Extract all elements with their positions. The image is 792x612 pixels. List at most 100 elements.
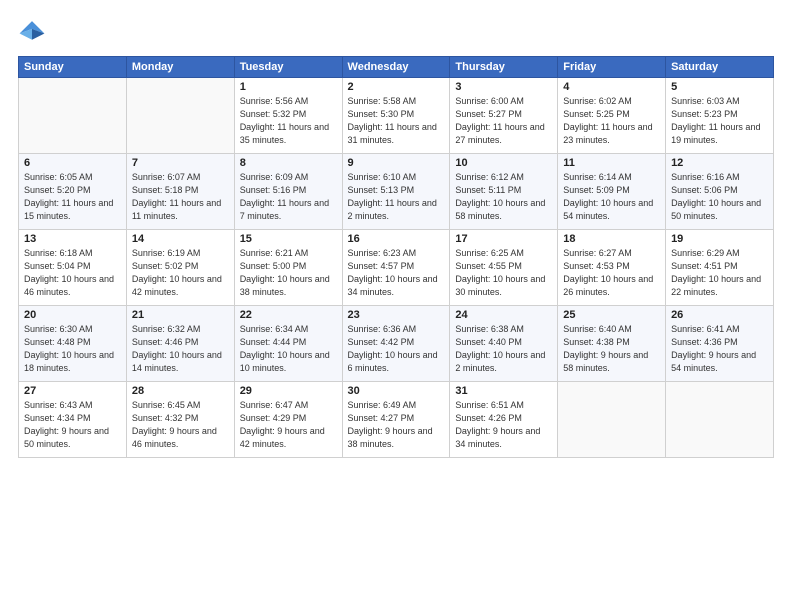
calendar-cell xyxy=(666,382,774,458)
day-number: 13 xyxy=(24,233,121,245)
calendar-cell: 11 Sunrise: 6:14 AM Sunset: 5:09 PM Dayli… xyxy=(558,154,666,230)
calendar-cell: 8 Sunrise: 6:09 AM Sunset: 5:16 PM Daylig… xyxy=(234,154,342,230)
calendar-cell xyxy=(19,78,127,154)
day-number: 8 xyxy=(240,157,337,169)
day-info: Sunrise: 6:40 AM Sunset: 4:38 PM Dayligh… xyxy=(563,323,660,375)
day-number: 2 xyxy=(348,81,445,93)
calendar-header-wednesday: Wednesday xyxy=(342,57,450,78)
calendar-cell: 12 Sunrise: 6:16 AM Sunset: 5:06 PM Dayli… xyxy=(666,154,774,230)
calendar-cell: 5Sunrise: 6:03 AM Sunset: 5:23 PM Daylig… xyxy=(666,78,774,154)
calendar-header-friday: Friday xyxy=(558,57,666,78)
calendar-header-row: SundayMondayTuesdayWednesdayThursdayFrid… xyxy=(19,57,774,78)
day-number: 26 xyxy=(671,309,768,321)
day-info: Sunrise: 6:25 AM Sunset: 4:55 PM Dayligh… xyxy=(455,247,552,299)
calendar-header-tuesday: Tuesday xyxy=(234,57,342,78)
day-number: 4 xyxy=(563,81,660,93)
day-number: 6 xyxy=(24,157,121,169)
day-info: Sunrise: 6:16 AM Sunset: 5:06 PM Dayligh… xyxy=(671,171,768,223)
day-number: 21 xyxy=(132,309,229,321)
day-number: 27 xyxy=(24,385,121,397)
day-info: Sunrise: 6:18 AM Sunset: 5:04 PM Dayligh… xyxy=(24,247,121,299)
calendar-cell: 13 Sunrise: 6:18 AM Sunset: 5:04 PM Dayli… xyxy=(19,230,127,306)
day-number: 19 xyxy=(671,233,768,245)
day-info: Sunrise: 6:03 AM Sunset: 5:23 PM Dayligh… xyxy=(671,95,768,147)
calendar-cell: 9Sunrise: 6:10 AM Sunset: 5:13 PM Daylig… xyxy=(342,154,450,230)
day-number: 11 xyxy=(563,157,660,169)
calendar-cell: 3 Sunrise: 6:00 AM Sunset: 5:27 PM Daylig… xyxy=(450,78,558,154)
calendar-cell: 29 Sunrise: 6:47 AM Sunset: 4:29 PM Dayli… xyxy=(234,382,342,458)
logo-icon xyxy=(18,18,46,46)
calendar-cell: 28Sunrise: 6:45 AM Sunset: 4:32 PM Dayli… xyxy=(126,382,234,458)
calendar-cell: 2 Sunrise: 5:58 AM Sunset: 5:30 PM Daylig… xyxy=(342,78,450,154)
day-info: Sunrise: 6:14 AM Sunset: 5:09 PM Dayligh… xyxy=(563,171,660,223)
calendar-cell: 30Sunrise: 6:49 AM Sunset: 4:27 PM Dayli… xyxy=(342,382,450,458)
day-info: Sunrise: 6:41 AM Sunset: 4:36 PM Dayligh… xyxy=(671,323,768,375)
calendar-cell: 10 Sunrise: 6:12 AM Sunset: 5:11 PM Dayli… xyxy=(450,154,558,230)
calendar-cell: 6 Sunrise: 6:05 AM Sunset: 5:20 PM Daylig… xyxy=(19,154,127,230)
day-info: Sunrise: 6:47 AM Sunset: 4:29 PM Dayligh… xyxy=(240,399,337,451)
calendar-cell: 14Sunrise: 6:19 AM Sunset: 5:02 PM Dayli… xyxy=(126,230,234,306)
day-info: Sunrise: 6:32 AM Sunset: 4:46 PM Dayligh… xyxy=(132,323,229,375)
day-number: 1 xyxy=(240,81,337,93)
day-info: Sunrise: 6:34 AM Sunset: 4:44 PM Dayligh… xyxy=(240,323,337,375)
day-number: 16 xyxy=(348,233,445,245)
day-info: Sunrise: 6:05 AM Sunset: 5:20 PM Dayligh… xyxy=(24,171,121,223)
day-number: 17 xyxy=(455,233,552,245)
day-number: 7 xyxy=(132,157,229,169)
day-info: Sunrise: 6:02 AM Sunset: 5:25 PM Dayligh… xyxy=(563,95,660,147)
day-info: Sunrise: 6:38 AM Sunset: 4:40 PM Dayligh… xyxy=(455,323,552,375)
day-number: 28 xyxy=(132,385,229,397)
day-info: Sunrise: 6:12 AM Sunset: 5:11 PM Dayligh… xyxy=(455,171,552,223)
day-info: Sunrise: 6:09 AM Sunset: 5:16 PM Dayligh… xyxy=(240,171,337,223)
day-info: Sunrise: 6:43 AM Sunset: 4:34 PM Dayligh… xyxy=(24,399,121,451)
calendar-cell: 19Sunrise: 6:29 AM Sunset: 4:51 PM Dayli… xyxy=(666,230,774,306)
day-number: 18 xyxy=(563,233,660,245)
calendar-cell: 7 Sunrise: 6:07 AM Sunset: 5:18 PM Daylig… xyxy=(126,154,234,230)
day-number: 31 xyxy=(455,385,552,397)
calendar-cell: 26 Sunrise: 6:41 AM Sunset: 4:36 PM Dayli… xyxy=(666,306,774,382)
calendar-week-row: 6 Sunrise: 6:05 AM Sunset: 5:20 PM Daylig… xyxy=(19,154,774,230)
page-header xyxy=(18,18,774,46)
day-info: Sunrise: 6:51 AM Sunset: 4:26 PM Dayligh… xyxy=(455,399,552,451)
day-info: Sunrise: 6:07 AM Sunset: 5:18 PM Dayligh… xyxy=(132,171,229,223)
day-number: 29 xyxy=(240,385,337,397)
calendar-cell: 24 Sunrise: 6:38 AM Sunset: 4:40 PM Dayli… xyxy=(450,306,558,382)
calendar-week-row: 20 Sunrise: 6:30 AM Sunset: 4:48 PM Dayli… xyxy=(19,306,774,382)
calendar-cell xyxy=(558,382,666,458)
day-number: 15 xyxy=(240,233,337,245)
calendar-header-thursday: Thursday xyxy=(450,57,558,78)
calendar-cell: 31 Sunrise: 6:51 AM Sunset: 4:26 PM Dayli… xyxy=(450,382,558,458)
day-info: Sunrise: 6:49 AM Sunset: 4:27 PM Dayligh… xyxy=(348,399,445,451)
calendar-cell: 23 Sunrise: 6:36 AM Sunset: 4:42 PM Dayli… xyxy=(342,306,450,382)
calendar-header-sunday: Sunday xyxy=(19,57,127,78)
day-number: 25 xyxy=(563,309,660,321)
calendar-cell: 20 Sunrise: 6:30 AM Sunset: 4:48 PM Dayli… xyxy=(19,306,127,382)
calendar-week-row: 13 Sunrise: 6:18 AM Sunset: 5:04 PM Dayli… xyxy=(19,230,774,306)
calendar-cell: 4 Sunrise: 6:02 AM Sunset: 5:25 PM Daylig… xyxy=(558,78,666,154)
day-number: 3 xyxy=(455,81,552,93)
day-number: 20 xyxy=(24,309,121,321)
calendar-header-monday: Monday xyxy=(126,57,234,78)
day-number: 22 xyxy=(240,309,337,321)
calendar-cell: 15 Sunrise: 6:21 AM Sunset: 5:00 PM Dayli… xyxy=(234,230,342,306)
calendar-cell: 25 Sunrise: 6:40 AM Sunset: 4:38 PM Dayli… xyxy=(558,306,666,382)
day-info: Sunrise: 6:36 AM Sunset: 4:42 PM Dayligh… xyxy=(348,323,445,375)
calendar-header-saturday: Saturday xyxy=(666,57,774,78)
day-number: 12 xyxy=(671,157,768,169)
calendar-cell: 16 Sunrise: 6:23 AM Sunset: 4:57 PM Dayli… xyxy=(342,230,450,306)
day-info: Sunrise: 6:00 AM Sunset: 5:27 PM Dayligh… xyxy=(455,95,552,147)
day-info: Sunrise: 6:23 AM Sunset: 4:57 PM Dayligh… xyxy=(348,247,445,299)
day-info: Sunrise: 6:27 AM Sunset: 4:53 PM Dayligh… xyxy=(563,247,660,299)
day-number: 23 xyxy=(348,309,445,321)
calendar-cell: 22 Sunrise: 6:34 AM Sunset: 4:44 PM Dayli… xyxy=(234,306,342,382)
day-info: Sunrise: 6:19 AM Sunset: 5:02 PM Dayligh… xyxy=(132,247,229,299)
day-info: Sunrise: 6:30 AM Sunset: 4:48 PM Dayligh… xyxy=(24,323,121,375)
day-info: Sunrise: 6:21 AM Sunset: 5:00 PM Dayligh… xyxy=(240,247,337,299)
calendar-cell: 18 Sunrise: 6:27 AM Sunset: 4:53 PM Dayli… xyxy=(558,230,666,306)
day-info: Sunrise: 5:56 AM Sunset: 5:32 PM Dayligh… xyxy=(240,95,337,147)
day-number: 24 xyxy=(455,309,552,321)
day-info: Sunrise: 5:58 AM Sunset: 5:30 PM Dayligh… xyxy=(348,95,445,147)
day-number: 10 xyxy=(455,157,552,169)
day-info: Sunrise: 6:10 AM Sunset: 5:13 PM Dayligh… xyxy=(348,171,445,223)
logo xyxy=(18,18,50,46)
